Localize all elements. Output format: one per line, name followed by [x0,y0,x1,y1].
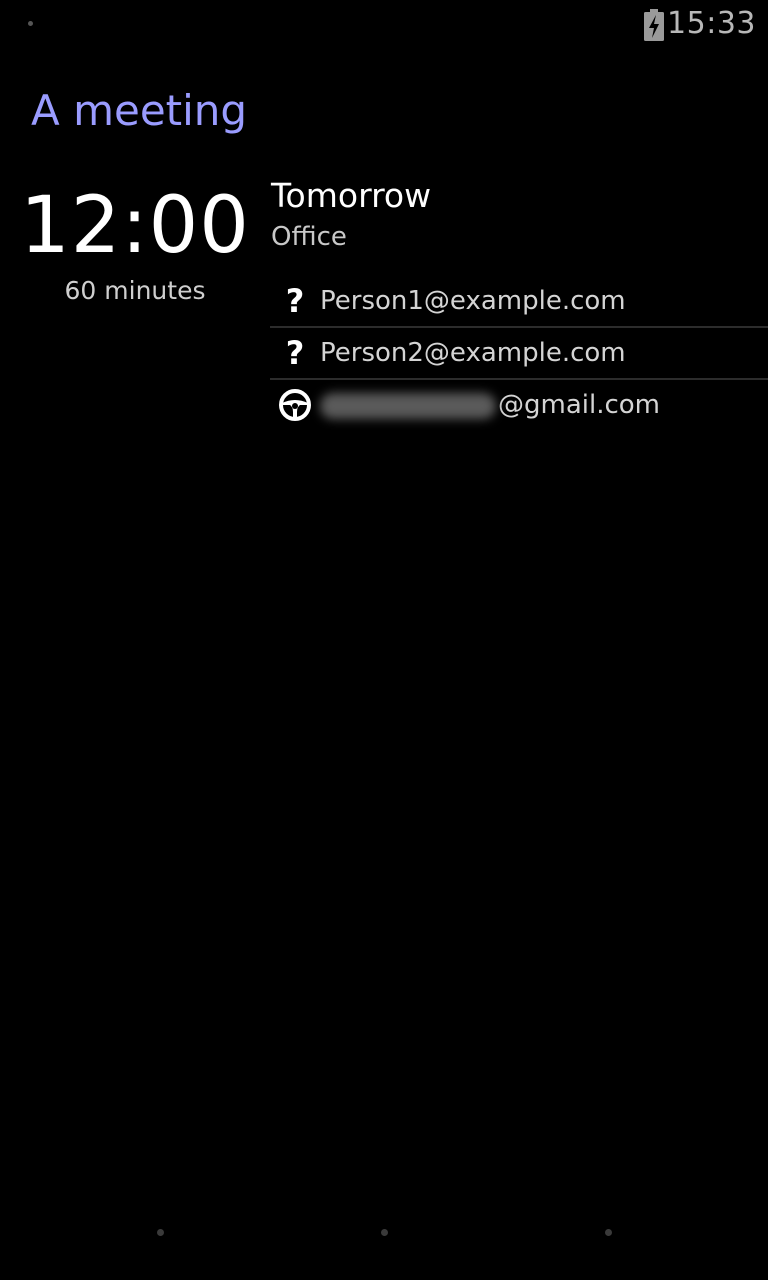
nav-recent-dot-icon[interactable] [605,1229,612,1236]
status-bar: 15:33 [0,0,768,50]
event-day: Tomorrow [271,176,432,215]
start-time: 12:00 [20,181,250,271]
guest-email: Person2@example.com [320,338,626,368]
guest-row[interactable]: ? Person2@example.com [270,328,768,380]
question-icon: ? [285,282,305,320]
steering-wheel-icon [270,380,320,430]
redacted-text [320,392,496,419]
nav-home-dot-icon[interactable] [381,1229,388,1236]
guest-email: Person1@example.com [320,286,626,316]
notification-dot-icon [28,21,33,26]
question-icon: ? [285,334,305,372]
guest-row[interactable]: @gmail.com [270,380,768,430]
event-title: A meeting [31,86,248,135]
guest-row[interactable]: ? Person1@example.com [270,276,768,328]
time-column: 12:00 60 minutes [0,180,270,305]
nav-back-dot-icon[interactable] [157,1229,164,1236]
event-duration: 60 minutes [64,276,206,305]
guest-list: ? Person1@example.com ? Person2@example.… [270,276,768,430]
status-clock: 15:33 [667,6,756,41]
guest-email-domain: @gmail.com [498,390,661,420]
guest-email: @gmail.com [320,390,660,420]
battery-charging-icon [644,9,664,41]
event-location: Office [271,222,347,252]
